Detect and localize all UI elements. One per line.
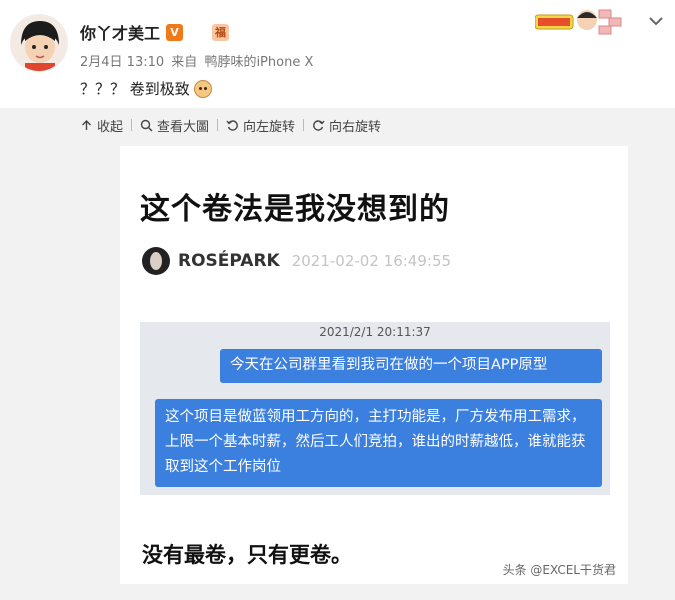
post-meta: 2月4日 13:10 来自 鸭脖味的iPhone X	[80, 51, 316, 70]
image-watermark: 头条 @EXCEL干货君	[502, 563, 616, 577]
post-source[interactable]: 鸭脖味的iPhone X	[204, 55, 313, 70]
search-icon	[140, 119, 153, 131]
rotate-left-button[interactable]: 向左旋转	[226, 116, 295, 135]
image-footer-text: 没有最卷，只有更卷。	[142, 543, 352, 567]
image-toolbar: 收起 查看大圖 向左旋转 向右旋转	[80, 115, 381, 135]
rotate-left-icon	[226, 119, 238, 131]
verified-badge[interactable]: V	[166, 23, 184, 41]
post-text-row: ？？？ 卷到极致	[80, 78, 212, 99]
collapse-button[interactable]: 收起	[80, 116, 123, 135]
image-title: 这个卷法是我没想到的	[140, 192, 450, 227]
image-author-avatar	[142, 247, 170, 275]
view-large-label: 查看大圖	[157, 119, 210, 135]
toolbar-divider	[217, 119, 219, 131]
post-image[interactable]: 这个卷法是我没想到的 ROSÉPARK 2021-02-02 16:49:55 …	[120, 146, 628, 584]
view-large-button[interactable]: 查看大圖	[140, 116, 209, 135]
sticker-icon	[535, 9, 622, 35]
chat-bubble-sent: 今天在公司群里看到我司在做的一个项目APP原型	[220, 349, 602, 383]
member-emoji-icon[interactable]: 😺	[189, 24, 206, 41]
name-row: 你丫才美工 V 😺 福	[80, 20, 230, 44]
rotate-left-label: 向左旋转	[243, 119, 296, 135]
username[interactable]: 你丫才美工	[80, 20, 160, 44]
post-header: 你丫才美工 V 😺 福 2月4日 13:10 来自 鸭脖味的iPhone X ？…	[0, 0, 675, 108]
chat-bubble-sent: 这个项目是做蓝领用工方向的，主打功能是，厂方发布用工需求，上限一个基本时薪，然后…	[155, 399, 602, 487]
level-badge[interactable]: 福	[212, 23, 230, 41]
post-text: ？？？ 卷到极致	[80, 80, 190, 98]
arrow-up-icon	[82, 119, 91, 130]
toolbar-divider	[303, 119, 305, 131]
dog-face-icon	[193, 79, 212, 98]
chat-screenshot: 2021/2/1 20:11:37 今天在公司群里看到我司在做的一个项目APP原…	[140, 322, 610, 495]
image-author-name: ROSÉPARK	[178, 251, 280, 271]
rotate-right-label: 向右旋转	[329, 119, 382, 135]
image-author-time: 2021-02-02 16:49:55	[291, 252, 452, 270]
post-source-prefix: 来自	[171, 55, 198, 70]
collapse-label: 收起	[97, 119, 124, 135]
chat-timestamp: 2021/2/1 20:11:37	[319, 325, 431, 339]
user-avatar[interactable]	[10, 14, 68, 72]
toolbar-divider	[131, 119, 133, 131]
rotate-right-button[interactable]: 向右旋转	[312, 116, 381, 135]
rotate-right-icon	[313, 119, 325, 131]
chevron-down-icon[interactable]	[647, 12, 665, 30]
post-date[interactable]: 2月4日 13:10	[80, 55, 164, 70]
image-author-row: ROSÉPARK 2021-02-02 16:49:55	[142, 247, 451, 275]
